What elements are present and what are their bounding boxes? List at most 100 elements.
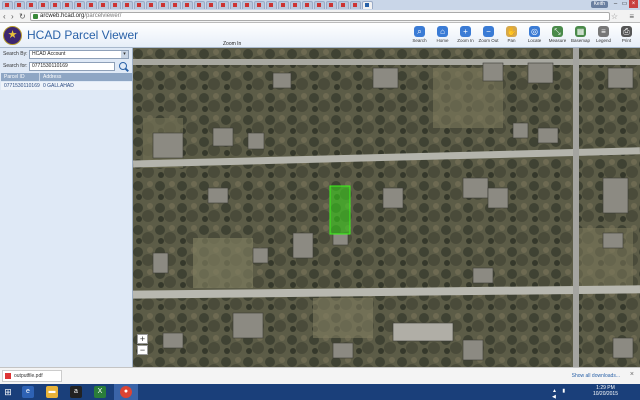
close-downloads-button[interactable]: × (630, 371, 634, 378)
maximize-button[interactable]: ▭ (620, 0, 629, 8)
zoom-out-button[interactable]: − (137, 345, 148, 355)
column-address[interactable]: Address (40, 73, 132, 81)
windows-start-icon[interactable]: ⊞ (2, 386, 14, 398)
browser-tab[interactable] (134, 1, 145, 9)
forward-button[interactable]: › (11, 12, 14, 21)
search-tool-button[interactable]: ⌕ Search (409, 25, 430, 46)
internet-explorer-icon[interactable]: e (22, 386, 34, 398)
legend-icon: ≡ (598, 26, 609, 37)
chevron-down-icon: ▾ (121, 51, 128, 58)
browser-tab[interactable] (26, 1, 37, 9)
address-bar: ‹ › ↻ arcweb.hcad.org/parcelviewer/ ☆ ≡ (0, 10, 640, 23)
chrome-icon[interactable]: ● (120, 386, 132, 398)
parcel-id-cell: 0771530110169 (4, 83, 40, 89)
browser-tab[interactable] (14, 1, 25, 9)
downloads-bar: outputfile.pdf Show all downloads... × (0, 367, 640, 384)
browser-tab[interactable] (326, 1, 337, 9)
browser-tab[interactable] (74, 1, 85, 9)
address-cell: 0 GALLAHAD (43, 83, 74, 89)
bookmark-star-icon[interactable]: ☆ (611, 12, 618, 21)
search-by-label: Search By: (3, 51, 28, 57)
browser-tab[interactable] (38, 1, 49, 9)
browser-tab[interactable] (302, 1, 313, 9)
url-input[interactable]: arcweb.hcad.org/parcelviewer/ (30, 12, 610, 21)
map-view[interactable]: + − (133, 48, 640, 367)
column-parcel-id[interactable]: Parcel ID (1, 73, 40, 81)
browser-tab[interactable] (350, 1, 361, 9)
map-toolbar: ⌕ Search ⌂ Home + Zoom In − Zoom Out ✋ Pan ◎ Locate… (407, 25, 637, 46)
browser-tab[interactable] (218, 1, 229, 9)
browser-tab[interactable] (146, 1, 157, 9)
browser-tab[interactable] (2, 1, 13, 9)
measure-tool-button[interactable]: ⤡ Measure (547, 25, 568, 46)
search-tool-label: Search (412, 38, 427, 43)
zoom-out-tool-button[interactable]: − Zoom Out (478, 25, 499, 46)
aerial-imagery (133, 48, 640, 367)
search-for-input[interactable]: 0771530110169 (29, 62, 115, 71)
browser-tab[interactable] (158, 1, 169, 9)
highlighted-parcel[interactable] (329, 185, 351, 235)
search-for-label: Search for: (3, 63, 28, 69)
window-controls: – ▭ × (611, 0, 638, 8)
show-all-downloads-link[interactable]: Show all downloads... (572, 373, 620, 379)
browser-tab[interactable] (314, 1, 325, 9)
pan-tool-label: Pan (507, 38, 516, 43)
zoom-in-tool-button[interactable]: + Zoom In (455, 25, 476, 46)
browser-tab[interactable] (230, 1, 241, 9)
windows-taskbar: ⊞ e ▬ a X ● ▲ ▮ ◀ 1:29 PM 10/20/2015 (0, 384, 640, 400)
browser-tab[interactable] (86, 1, 97, 9)
browser-tab[interactable] (182, 1, 193, 9)
browser-menu-icon[interactable]: ≡ (629, 12, 634, 21)
print-tool-button[interactable]: ⎙ Print (616, 25, 637, 46)
search-button[interactable] (118, 61, 130, 73)
browser-tab[interactable] (122, 1, 133, 9)
locate-icon: ◎ (529, 26, 540, 37)
browser-tab[interactable] (242, 1, 253, 9)
zoom-out-tool-label: Zoom Out (478, 38, 499, 43)
print-icon: ⎙ (621, 26, 632, 37)
browser-tab[interactable] (110, 1, 121, 9)
back-button[interactable]: ‹ (3, 12, 6, 21)
download-item[interactable]: outputfile.pdf (2, 370, 62, 382)
browser-tab[interactable] (338, 1, 349, 9)
browser-tab[interactable] (290, 1, 301, 9)
file-explorer-icon[interactable]: ▬ (46, 386, 58, 398)
browser-tab[interactable] (50, 1, 61, 9)
legend-tool-button[interactable]: ≡ Legend (593, 25, 614, 46)
browser-tab[interactable] (194, 1, 205, 9)
close-window-button[interactable]: × (629, 0, 638, 8)
home-tool-button[interactable]: ⌂ Home (432, 25, 453, 46)
browser-tab-active[interactable] (362, 1, 373, 9)
browser-tab[interactable] (170, 1, 181, 9)
amazon-icon[interactable]: a (70, 386, 82, 398)
table-row[interactable]: 0771530110169 0 GALLAHAD (1, 82, 132, 90)
basemap-tool-button[interactable]: ▦ Basemap (570, 25, 591, 46)
browser-tab[interactable] (206, 1, 217, 9)
url-path: /parcelviewer/ (84, 13, 122, 19)
legend-tool-label: Legend (595, 38, 612, 43)
search-by-select[interactable]: HCAD Account ▾ (29, 50, 129, 59)
hcad-logo: ★ (3, 26, 22, 45)
clock-date: 10/20/2015 (592, 391, 618, 397)
results-table-header: Parcel ID Address (1, 73, 132, 81)
reload-button[interactable]: ↻ (19, 12, 26, 21)
zoom-in-button[interactable]: + (137, 334, 148, 344)
home-icon: ⌂ (437, 26, 448, 37)
search-panel: Search By: HCAD Account ▾ Search for: 07… (0, 48, 133, 367)
locate-tool-button[interactable]: ◎ Locate (524, 25, 545, 46)
browser-tab[interactable] (62, 1, 73, 9)
pan-tool-button[interactable]: ✋ Pan (501, 25, 522, 46)
browser-tab-strip: Keith – ▭ × (0, 0, 640, 10)
minimize-button[interactable]: – (611, 0, 620, 8)
user-badge[interactable]: Keith (590, 1, 608, 8)
taskbar-clock[interactable]: 1:29 PM 10/20/2015 (593, 385, 618, 397)
system-tray[interactable]: ▲ ▮ ◀ (552, 388, 572, 400)
browser-tab[interactable] (266, 1, 277, 9)
browser-tab[interactable] (98, 1, 109, 9)
measure-icon: ⤡ (552, 26, 563, 37)
browser-tab[interactable] (278, 1, 289, 9)
search-for-value: 0771530110169 (32, 63, 68, 69)
browser-tab[interactable] (254, 1, 265, 9)
zoom-in-icon: + (460, 26, 471, 37)
excel-icon[interactable]: X (94, 386, 106, 398)
